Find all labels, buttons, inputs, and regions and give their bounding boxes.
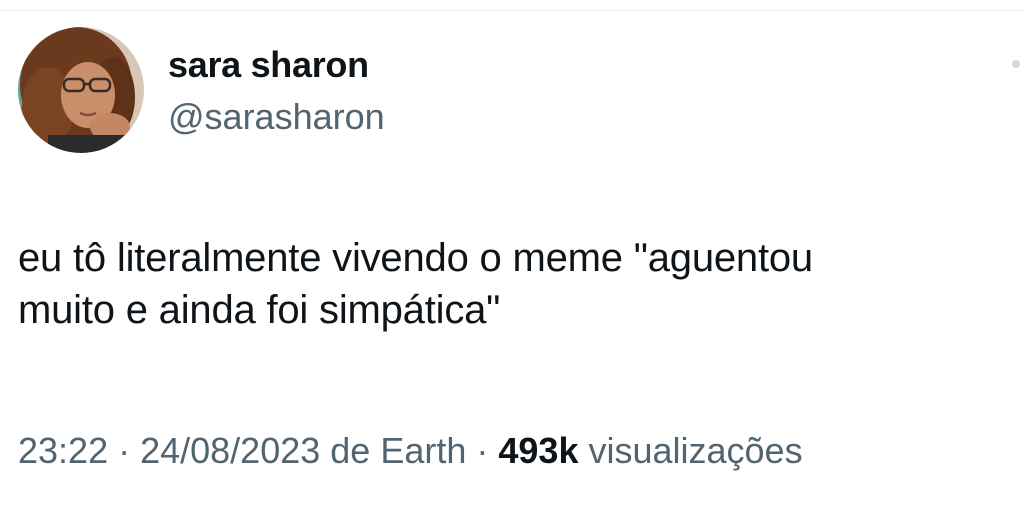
views-label: visualizações: [578, 430, 803, 471]
more-options-icon[interactable]: [1012, 60, 1020, 68]
tweet-date[interactable]: 24/08/2023: [140, 430, 320, 471]
tweet-text: eu tô literalmente vivendo o meme "aguen…: [18, 232, 1008, 336]
tweet-time[interactable]: 23:22: [18, 430, 108, 471]
avatar-photo-icon: [18, 27, 144, 153]
views-count[interactable]: 493k: [498, 430, 578, 471]
tweet-text-line: eu tô literalmente vivendo o meme "aguen…: [18, 236, 813, 280]
tweet-text-line: muito e ainda foi simpática": [18, 288, 501, 332]
top-divider: [0, 0, 1024, 11]
tweet-meta: 23:22 · 24/08/2023 de Earth · 493k visua…: [18, 430, 803, 472]
author-handle[interactable]: @sarasharon: [168, 96, 385, 138]
meta-separator: ·: [466, 430, 499, 471]
author-display-name[interactable]: sara sharon: [168, 44, 369, 86]
tweet-source: Earth: [380, 430, 467, 471]
avatar[interactable]: [18, 27, 144, 153]
meta-separator: ·: [108, 430, 141, 471]
source-prefix: de: [320, 430, 381, 471]
